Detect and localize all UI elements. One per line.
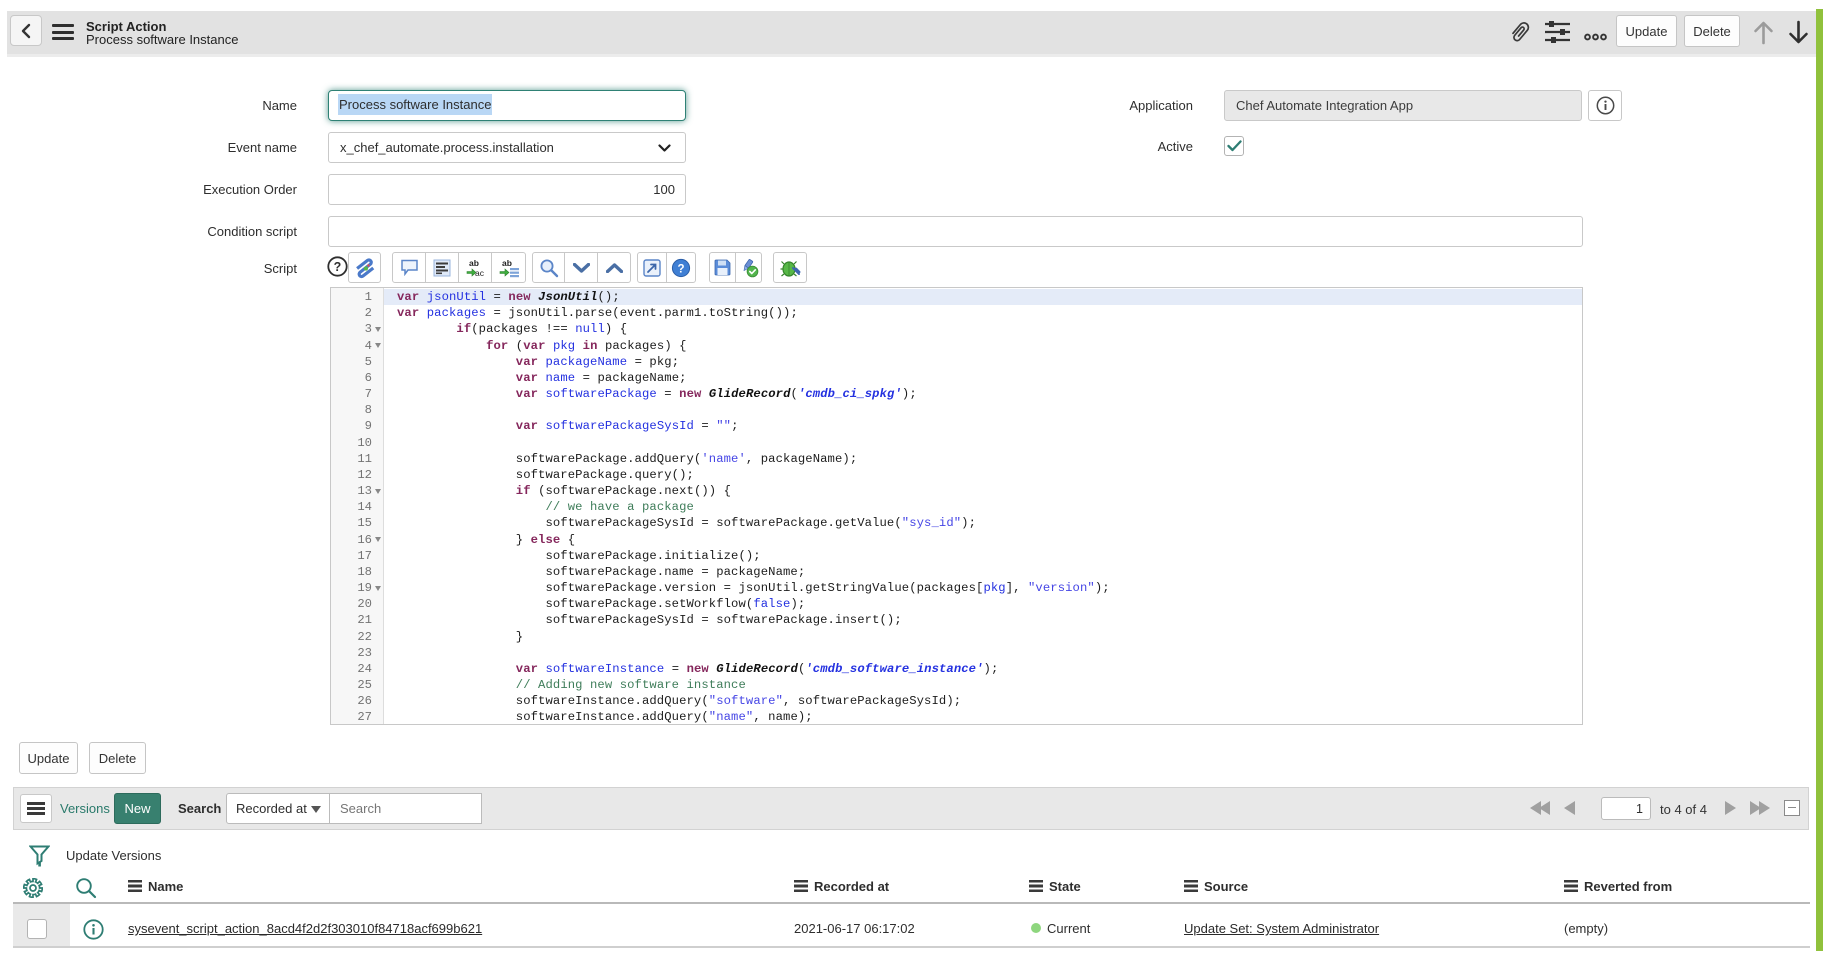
svg-text:?: ? (677, 263, 684, 275)
svg-text:ab: ab (502, 258, 512, 268)
svg-text:ac: ac (475, 268, 485, 278)
svg-text:ab: ab (469, 258, 479, 268)
svg-text:?: ? (334, 260, 342, 274)
